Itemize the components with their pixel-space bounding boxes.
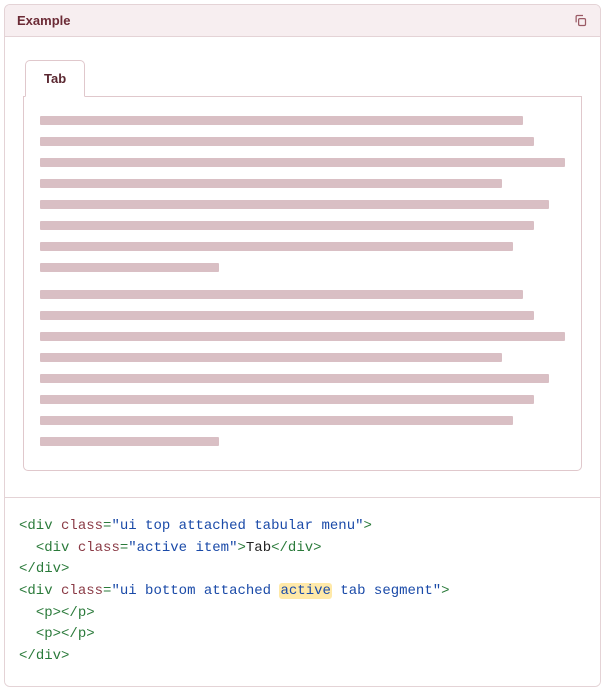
tab-segment xyxy=(23,96,582,471)
placeholder-line xyxy=(40,221,534,230)
placeholder-line xyxy=(40,332,565,341)
placeholder-line xyxy=(40,158,565,167)
placeholder-line xyxy=(40,179,502,188)
placeholder-line xyxy=(40,242,513,251)
placeholder-paragraph xyxy=(40,290,565,446)
tab-active[interactable]: Tab xyxy=(25,60,85,97)
copy-icon[interactable] xyxy=(573,13,588,28)
placeholder-line xyxy=(40,374,549,383)
preview-area: Tab xyxy=(5,37,600,497)
placeholder-line xyxy=(40,395,534,404)
placeholder-line xyxy=(40,416,513,425)
placeholder-line xyxy=(40,137,534,146)
code-area: <div class="ui top attached tabular menu… xyxy=(5,497,600,686)
placeholder-line xyxy=(40,311,534,320)
placeholder-line xyxy=(40,263,219,272)
example-title: Example xyxy=(17,13,70,28)
example-container: Example Tab <div class="ui top attached … xyxy=(4,4,601,687)
example-header: Example xyxy=(5,5,600,37)
placeholder-line xyxy=(40,437,219,446)
tab-menu: Tab xyxy=(23,59,582,97)
placeholder-paragraph xyxy=(40,116,565,272)
placeholder-line xyxy=(40,290,523,299)
placeholder-line xyxy=(40,200,549,209)
placeholder-line xyxy=(40,353,502,362)
placeholder-line xyxy=(40,116,523,125)
